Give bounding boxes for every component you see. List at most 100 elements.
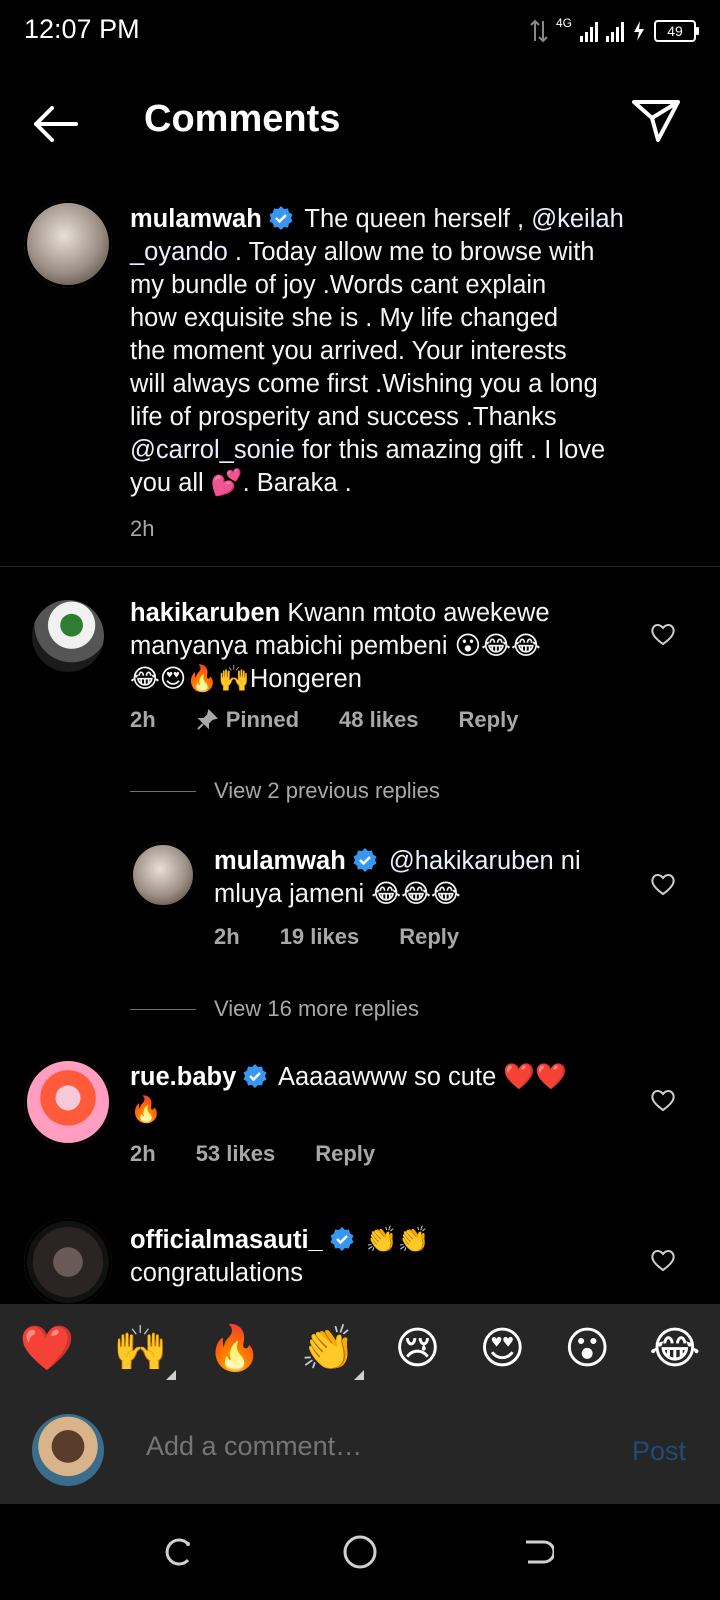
caption-avatar[interactable] [24,200,112,288]
caption-meta: 2h [130,516,154,542]
mention-keilah[interactable]: @keilah [531,205,624,233]
home-icon[interactable] [342,1534,378,1570]
likes-count[interactable]: 19 likes [280,924,360,950]
skin-tone-indicator [353,1370,364,1380]
comment-avatar-masauti[interactable] [24,1218,112,1306]
like-button[interactable] [650,622,676,651]
mention-keilah-cont[interactable]: _oyando [130,238,228,266]
comment-line: 🔥 [130,1096,162,1124]
caption-part5: the moment you arrived. Your interests [130,337,567,365]
recent-apps-icon[interactable] [162,1536,194,1568]
reply-avatar-mulamwah[interactable] [130,842,196,908]
user-avatar [32,1414,104,1486]
data-transfer-icon [530,19,548,43]
verified-badge-icon [353,848,377,872]
comment-avatar-ruebaby[interactable] [24,1058,112,1146]
charging-icon [634,21,644,41]
comment-time: 2h [130,707,156,732]
caption-time: 2h [130,516,155,541]
status-icons: 4G 49 [530,16,699,46]
comment-line: mluya jameni 😂😂😂 [214,880,461,908]
comment-line: manyanya mabichi pembeni 😮😂😂 [130,632,541,660]
emoji-quick-bar: ❤️ 🙌 🔥 👏 😢 😍 😮 😂 [0,1304,720,1392]
reply-mulamwah: mulamwah @hakikaruben ni mluya jameni 😂😂… [214,845,614,911]
skin-tone-indicator [166,1370,177,1380]
mention-hakikaruben[interactable]: @hakikaruben [382,847,554,875]
system-nav-bar [0,1504,720,1600]
reply-meta: 2h 19 likes Reply [214,924,459,950]
emoji-glyph: 🙌 [113,1324,169,1373]
emoji-surprised[interactable]: 😮 [564,1323,610,1374]
divider-line [130,790,196,792]
back-nav-icon[interactable] [522,1536,554,1568]
caption-part10: . Baraka . [242,469,352,497]
caption-username[interactable]: mulamwah [130,205,262,233]
like-button[interactable] [650,1088,676,1117]
like-button[interactable] [650,1248,676,1277]
verified-badge-icon [330,1227,354,1251]
comment-ruebaby: rue.baby Aaaaawww so cute ❤️❤️ 🔥 [130,1061,610,1127]
likes-count[interactable]: 48 likes [339,707,419,733]
emoji-heart-eyes[interactable]: 😍 [479,1323,525,1374]
heart-outline-icon [651,624,675,646]
heart-outline-icon [651,874,675,896]
emoji-glyph: 👏 [300,1324,356,1373]
network-type: 4G [555,16,572,30]
battery-icon: 49 [654,20,699,42]
signal-icon [580,20,598,42]
comment-username[interactable]: hakikaruben [130,599,280,627]
verified-badge-icon [243,1064,267,1088]
caption-part6: will always come first .Wishing you a lo… [130,370,598,398]
comment-hakikaruben: hakikaruben Kwann mtoto awekewe manyanya… [130,597,610,696]
back-button[interactable] [28,100,82,148]
add-comment-input[interactable] [144,1430,588,1463]
emoji-raised-hands[interactable]: 🙌 [113,1322,177,1380]
caption-part3: my bundle of joy .Words cant explain [130,271,547,299]
emoji-clap[interactable]: 👏 [300,1322,364,1380]
comment-avatar-hakikaruben[interactable] [32,600,104,672]
view-previous-replies[interactable]: View 2 previous replies [130,778,440,804]
mention-carrol[interactable]: @carrol_sonie [130,436,295,464]
comment-username[interactable]: mulamwah [214,847,346,875]
comment-line: congratulations [130,1259,303,1287]
caption-text: mulamwah The queen herself , @keilah _oy… [130,203,690,500]
view-more-replies[interactable]: View 16 more replies [130,996,419,1022]
arrow-left-icon [34,106,78,142]
comment-line: Kwann mtoto awekewe [280,599,550,627]
likes-count[interactable]: 53 likes [196,1141,276,1167]
heart-outline-icon [651,1090,675,1112]
caption-part8: for this amazing gift . I love [294,436,606,464]
emoji-heart[interactable]: ❤️ [19,1322,74,1374]
verified-badge-icon [269,206,293,230]
comment-username[interactable]: rue.baby [130,1063,236,1091]
caption-part7: life of prosperity and success .Thanks [130,403,557,431]
comment-meta: 2h Pinned 48 likes Reply [130,707,518,733]
caption-part4: how exquisite she is . My life changed [130,304,559,332]
comment-line: 👏👏 [358,1226,430,1254]
divider-line [130,1008,196,1010]
emoji-fire[interactable]: 🔥 [207,1322,262,1374]
reply-button[interactable]: Reply [315,1141,375,1167]
reply-button[interactable]: Reply [459,707,519,733]
page-title: Comments [144,98,341,140]
caption-divider [0,566,720,567]
paper-plane-icon [632,100,680,142]
comment-meta: 2h 53 likes Reply [130,1141,375,1167]
emoji-laugh[interactable]: 😂 [649,1323,700,1374]
emoji-cry[interactable]: 😢 [395,1323,441,1374]
pinned-text: Pinned [225,707,300,732]
view-more-label: View 16 more replies [214,996,420,1021]
comment-time: 2h [214,924,240,949]
post-button[interactable]: Post [632,1436,686,1467]
share-button[interactable] [630,96,682,146]
status-time: 12:07 PM [24,14,140,44]
pinned-label: Pinned [196,707,299,733]
signal-icon-2 [606,20,624,42]
comment-username[interactable]: officialmasauti_ [130,1226,323,1254]
reply-button[interactable]: Reply [399,924,459,950]
caption-part1: The queen herself , [297,205,532,233]
view-previous-label: View 2 previous replies [214,778,440,803]
like-button[interactable] [650,872,676,901]
caption-part2: . Today allow me to browse with [227,238,595,266]
comment-line: Aaaaawww so cute ❤️❤️ [272,1063,567,1091]
